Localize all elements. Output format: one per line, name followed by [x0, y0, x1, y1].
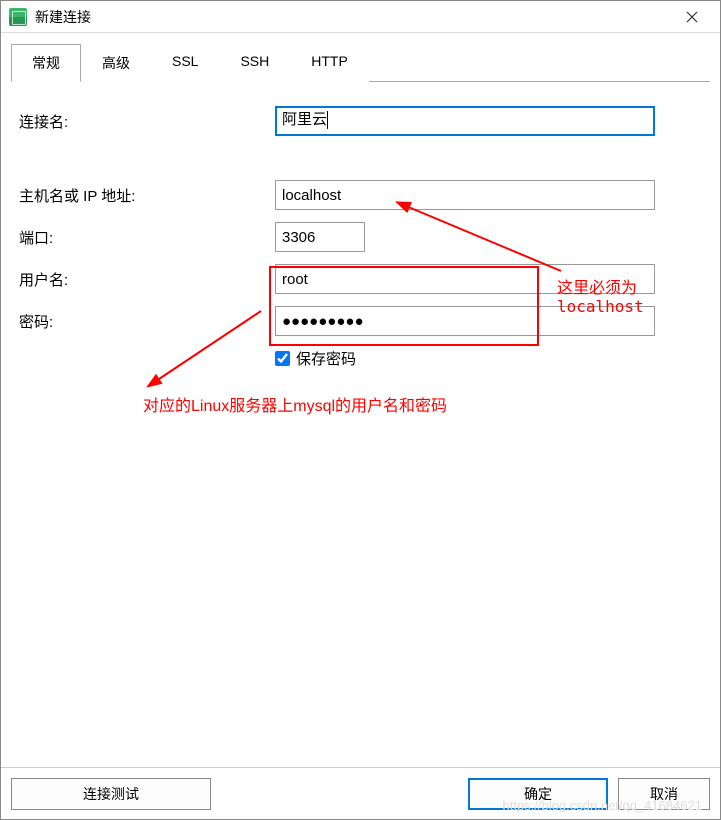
close-button[interactable]: [672, 3, 712, 31]
tab-ssl[interactable]: SSL: [151, 44, 219, 82]
app-icon: [9, 8, 27, 26]
row-port: 端口:: [19, 222, 702, 252]
tab-advanced[interactable]: 高级: [81, 44, 151, 82]
host-input[interactable]: [275, 180, 655, 210]
tab-http[interactable]: HTTP: [290, 44, 369, 82]
credentials-annotation: 对应的Linux服务器上mysql的用户名和密码: [143, 392, 447, 416]
form: 连接名: 阿里云 主机名或 IP 地址: 端口: 用户名: 密码: 保存密码: [11, 106, 710, 369]
content-area: 常规 高级 SSL SSH HTTP 连接名: 阿里云 主机名或 IP 地址: …: [1, 33, 720, 369]
titlebar: 新建连接: [1, 1, 720, 33]
username-label: 用户名:: [19, 269, 275, 290]
close-icon: [686, 11, 698, 23]
port-label: 端口:: [19, 227, 275, 248]
port-input[interactable]: [275, 222, 365, 252]
cancel-button[interactable]: 取消: [618, 778, 710, 810]
row-username: 用户名:: [19, 264, 702, 294]
tab-ssh[interactable]: SSH: [219, 44, 290, 82]
tab-general[interactable]: 常规: [11, 44, 81, 82]
row-connection-name: 连接名: 阿里云: [19, 106, 702, 136]
save-password-checkbox[interactable]: [275, 351, 290, 366]
host-label: 主机名或 IP 地址:: [19, 185, 275, 206]
password-input[interactable]: [275, 306, 655, 336]
username-input[interactable]: [275, 264, 655, 294]
connection-name-value: 阿里云: [282, 111, 327, 128]
window-title: 新建连接: [35, 7, 672, 27]
row-host: 主机名或 IP 地址:: [19, 180, 702, 210]
row-password: 密码:: [19, 306, 702, 336]
tabs: 常规 高级 SSL SSH HTTP: [11, 43, 710, 82]
connection-name-input[interactable]: 阿里云: [275, 106, 655, 136]
save-password-label: 保存密码: [296, 348, 356, 369]
connection-name-label: 连接名:: [19, 111, 275, 132]
password-label: 密码:: [19, 311, 275, 332]
test-connection-button[interactable]: 连接测试: [11, 778, 211, 810]
row-save-password: 保存密码: [275, 348, 702, 369]
ok-button[interactable]: 确定: [468, 778, 608, 810]
footer: 连接测试 确定 取消: [1, 767, 720, 819]
